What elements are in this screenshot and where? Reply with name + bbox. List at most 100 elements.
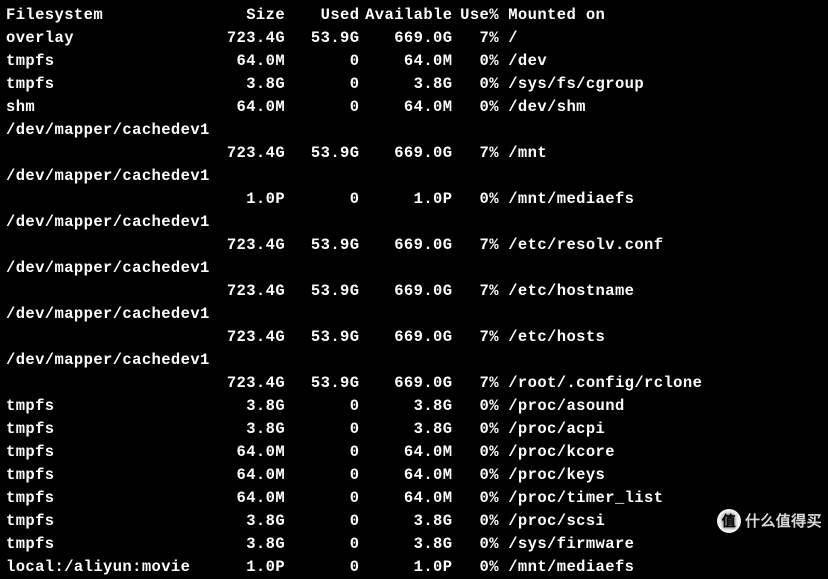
- cell-size: 3.8G: [201, 395, 285, 418]
- cell-mount: /proc/scsi: [499, 510, 605, 533]
- cell-filesystem: tmpfs: [6, 441, 201, 464]
- cell-use-percent: 7%: [452, 372, 499, 395]
- cell-use-percent: 0%: [452, 96, 499, 119]
- cell-available: 669.0G: [359, 372, 452, 395]
- cell-filesystem: /dev/mapper/cachedev1: [6, 165, 201, 188]
- df-row: /dev/mapper/cachedev1: [0, 165, 828, 188]
- cell-available: 64.0M: [359, 464, 452, 487]
- cell-use-percent: 0%: [452, 556, 499, 579]
- df-row: /dev/mapper/cachedev1: [0, 349, 828, 372]
- cell-mount: /root/.config/rclone: [499, 372, 702, 395]
- cell-size: 64.0M: [201, 96, 285, 119]
- cell-size: 723.4G: [201, 142, 285, 165]
- cell-available: 64.0M: [359, 441, 452, 464]
- cell-size: 64.0M: [201, 487, 285, 510]
- cell-filesystem: tmpfs: [6, 464, 201, 487]
- cell-size: 723.4G: [201, 234, 285, 257]
- df-row: tmpfs64.0M064.0M0%/proc/kcore: [0, 441, 828, 464]
- cell-size: 723.4G: [201, 280, 285, 303]
- cell-available: 669.0G: [359, 280, 452, 303]
- col-filesystem: Filesystem: [6, 4, 201, 27]
- df-row: local:/aliyun:movie1.0P01.0P0%/mnt/media…: [0, 556, 828, 579]
- cell-filesystem: /dev/mapper/cachedev1: [6, 119, 201, 142]
- cell-filesystem: /dev/mapper/cachedev1: [6, 303, 201, 326]
- cell-available: 3.8G: [359, 395, 452, 418]
- cell-use-percent: 0%: [452, 418, 499, 441]
- cell-available: 669.0G: [359, 142, 452, 165]
- cell-mount: /etc/hostname: [499, 280, 634, 303]
- cell-used: 0: [285, 395, 359, 418]
- cell-size: 3.8G: [201, 533, 285, 556]
- cell-use-percent: 0%: [452, 188, 499, 211]
- cell-filesystem: local:/aliyun:movie: [6, 556, 201, 579]
- cell-available: 64.0M: [359, 96, 452, 119]
- cell-available: 3.8G: [359, 533, 452, 556]
- cell-used: 53.9G: [285, 280, 359, 303]
- cell-size: 723.4G: [201, 27, 285, 50]
- cell-used: 53.9G: [285, 326, 359, 349]
- df-row: 1.0P01.0P0%/mnt/mediaefs: [0, 188, 828, 211]
- cell-used: 53.9G: [285, 27, 359, 50]
- cell-mount: /mnt: [499, 142, 547, 165]
- cell-filesystem: /dev/mapper/cachedev1: [6, 257, 201, 280]
- df-row: tmpfs3.8G03.8G0%/proc/acpi: [0, 418, 828, 441]
- cell-filesystem: tmpfs: [6, 510, 201, 533]
- cell-filesystem: tmpfs: [6, 50, 201, 73]
- cell-filesystem: overlay: [6, 27, 201, 50]
- cell-use-percent: 7%: [452, 142, 499, 165]
- cell-use-percent: 0%: [452, 533, 499, 556]
- cell-size: 1.0P: [201, 188, 285, 211]
- cell-available: 669.0G: [359, 326, 452, 349]
- df-row: tmpfs64.0M064.0M0%/dev: [0, 50, 828, 73]
- df-row: tmpfs3.8G03.8G0%/sys/fs/cgroup: [0, 73, 828, 96]
- watermark-text: 什么值得买: [745, 510, 822, 533]
- cell-size: 3.8G: [201, 73, 285, 96]
- df-row: tmpfs3.8G03.8G0%/proc/asound: [0, 395, 828, 418]
- cell-use-percent: 7%: [452, 280, 499, 303]
- col-used: Used: [285, 4, 359, 27]
- cell-size: 723.4G: [201, 372, 285, 395]
- df-row: /dev/mapper/cachedev1: [0, 211, 828, 234]
- df-row: /dev/mapper/cachedev1: [0, 257, 828, 280]
- cell-size: 64.0M: [201, 464, 285, 487]
- col-mounted-on: Mounted on: [499, 4, 605, 27]
- cell-use-percent: 0%: [452, 50, 499, 73]
- df-row: 723.4G53.9G669.0G7%/etc/resolv.conf: [0, 234, 828, 257]
- cell-use-percent: 0%: [452, 510, 499, 533]
- col-size: Size: [201, 4, 285, 27]
- cell-mount: /proc/keys: [499, 464, 605, 487]
- cell-used: 53.9G: [285, 142, 359, 165]
- cell-use-percent: 0%: [452, 441, 499, 464]
- cell-mount: /proc/acpi: [499, 418, 605, 441]
- cell-use-percent: 0%: [452, 73, 499, 96]
- cell-filesystem: shm: [6, 96, 201, 119]
- cell-mount: /dev: [499, 50, 547, 73]
- cell-size: 64.0M: [201, 441, 285, 464]
- cell-size: 64.0M: [201, 50, 285, 73]
- cell-mount: /mnt/mediaefs: [499, 556, 634, 579]
- cell-filesystem: tmpfs: [6, 418, 201, 441]
- cell-used: 0: [285, 50, 359, 73]
- df-row: overlay723.4G53.9G669.0G7%/: [0, 27, 828, 50]
- cell-mount: /dev/shm: [499, 96, 586, 119]
- df-row: /dev/mapper/cachedev1: [0, 303, 828, 326]
- cell-size: 3.8G: [201, 510, 285, 533]
- cell-filesystem: tmpfs: [6, 533, 201, 556]
- cell-used: 0: [285, 556, 359, 579]
- terminal-output: FilesystemSizeUsedAvailableUse%Mounted o…: [0, 4, 828, 579]
- df-row: /dev/mapper/cachedev1: [0, 119, 828, 142]
- cell-used: 0: [285, 510, 359, 533]
- cell-used: 0: [285, 441, 359, 464]
- cell-available: 3.8G: [359, 73, 452, 96]
- df-row: 723.4G53.9G669.0G7%/etc/hostname: [0, 280, 828, 303]
- df-row: 723.4G53.9G669.0G7%/root/.config/rclone: [0, 372, 828, 395]
- df-row: tmpfs64.0M064.0M0%/proc/keys: [0, 464, 828, 487]
- cell-available: 669.0G: [359, 234, 452, 257]
- col-available: Available: [359, 4, 452, 27]
- cell-available: 1.0P: [359, 188, 452, 211]
- cell-size: 3.8G: [201, 418, 285, 441]
- cell-use-percent: 0%: [452, 487, 499, 510]
- cell-mount: /proc/kcore: [499, 441, 615, 464]
- cell-use-percent: 7%: [452, 326, 499, 349]
- cell-use-percent: 0%: [452, 464, 499, 487]
